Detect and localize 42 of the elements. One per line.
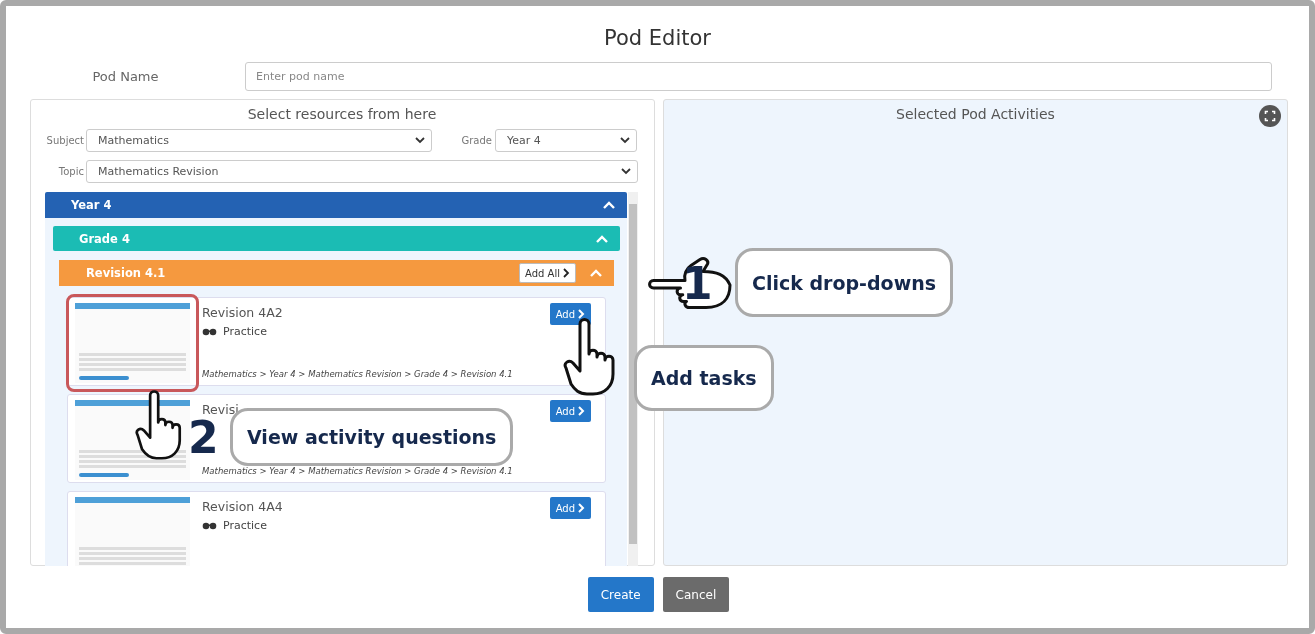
step-number: 2	[188, 416, 219, 460]
worksheet-thumbnail[interactable]	[66, 294, 199, 392]
panel-title: Selected Pod Activities	[895, 106, 1056, 124]
cancel-button[interactable]: Cancel	[662, 577, 730, 612]
chevron-right-icon	[563, 268, 570, 278]
activity-title: Revisi	[202, 402, 240, 417]
add-all-button[interactable]: Add All	[519, 263, 576, 283]
chevron-right-icon	[578, 406, 585, 416]
year-header[interactable]: Year 4	[45, 192, 627, 218]
fullscreen-icon[interactable]	[1259, 105, 1281, 127]
revision-header[interactable]: Revision 4.1 Add All	[59, 260, 614, 286]
chevron-down-icon	[621, 168, 631, 175]
activity-title: Revision 4A2	[202, 305, 284, 320]
add-button[interactable]: Add	[549, 497, 591, 519]
filter-label: Grade	[460, 135, 493, 146]
chevron-down-icon	[415, 137, 425, 144]
pod-name-label: Pod Name	[91, 69, 160, 84]
chevron-down-icon	[620, 137, 630, 144]
chevron-right-icon	[578, 503, 585, 513]
pod-name-field[interactable]: Enter pod name	[245, 62, 1272, 91]
activity-type: Practice	[223, 519, 267, 532]
filter-dropdown[interactable]: Year 4	[495, 129, 637, 152]
filter-label: Topic	[57, 166, 85, 177]
add-button[interactable]: Add	[549, 400, 591, 422]
window-title: Pod Editor	[603, 25, 712, 52]
activity-type: Practice	[223, 325, 267, 338]
chevron-right-icon	[578, 309, 585, 319]
filter-dropdown[interactable]: Mathematics	[86, 129, 432, 152]
callout-bubble: Click drop-downs	[735, 248, 954, 317]
glasses-icon	[202, 327, 217, 336]
glasses-icon	[202, 521, 217, 530]
activity-title: Revision 4A4	[202, 499, 284, 514]
panel-title: Select resources from here	[246, 106, 438, 124]
breadcrumb-path: Mathematics > Year 4 > Mathematics Revision > Grade 4 > Revision 4.1	[202, 369, 514, 379]
add-button[interactable]: Add	[549, 303, 591, 325]
create-button[interactable]: Create	[587, 577, 654, 612]
breadcrumb-path: Mathematics > Year 4 > Mathematics Revision > Grade 4 > Revision 4.1	[202, 466, 514, 476]
filter-label: Subject	[45, 135, 85, 146]
callout-bubble: Add tasks	[634, 345, 774, 411]
filter-dropdown[interactable]: Mathematics Revision	[86, 160, 638, 183]
scrollbar[interactable]	[628, 192, 638, 566]
step-number: 1	[682, 262, 713, 306]
